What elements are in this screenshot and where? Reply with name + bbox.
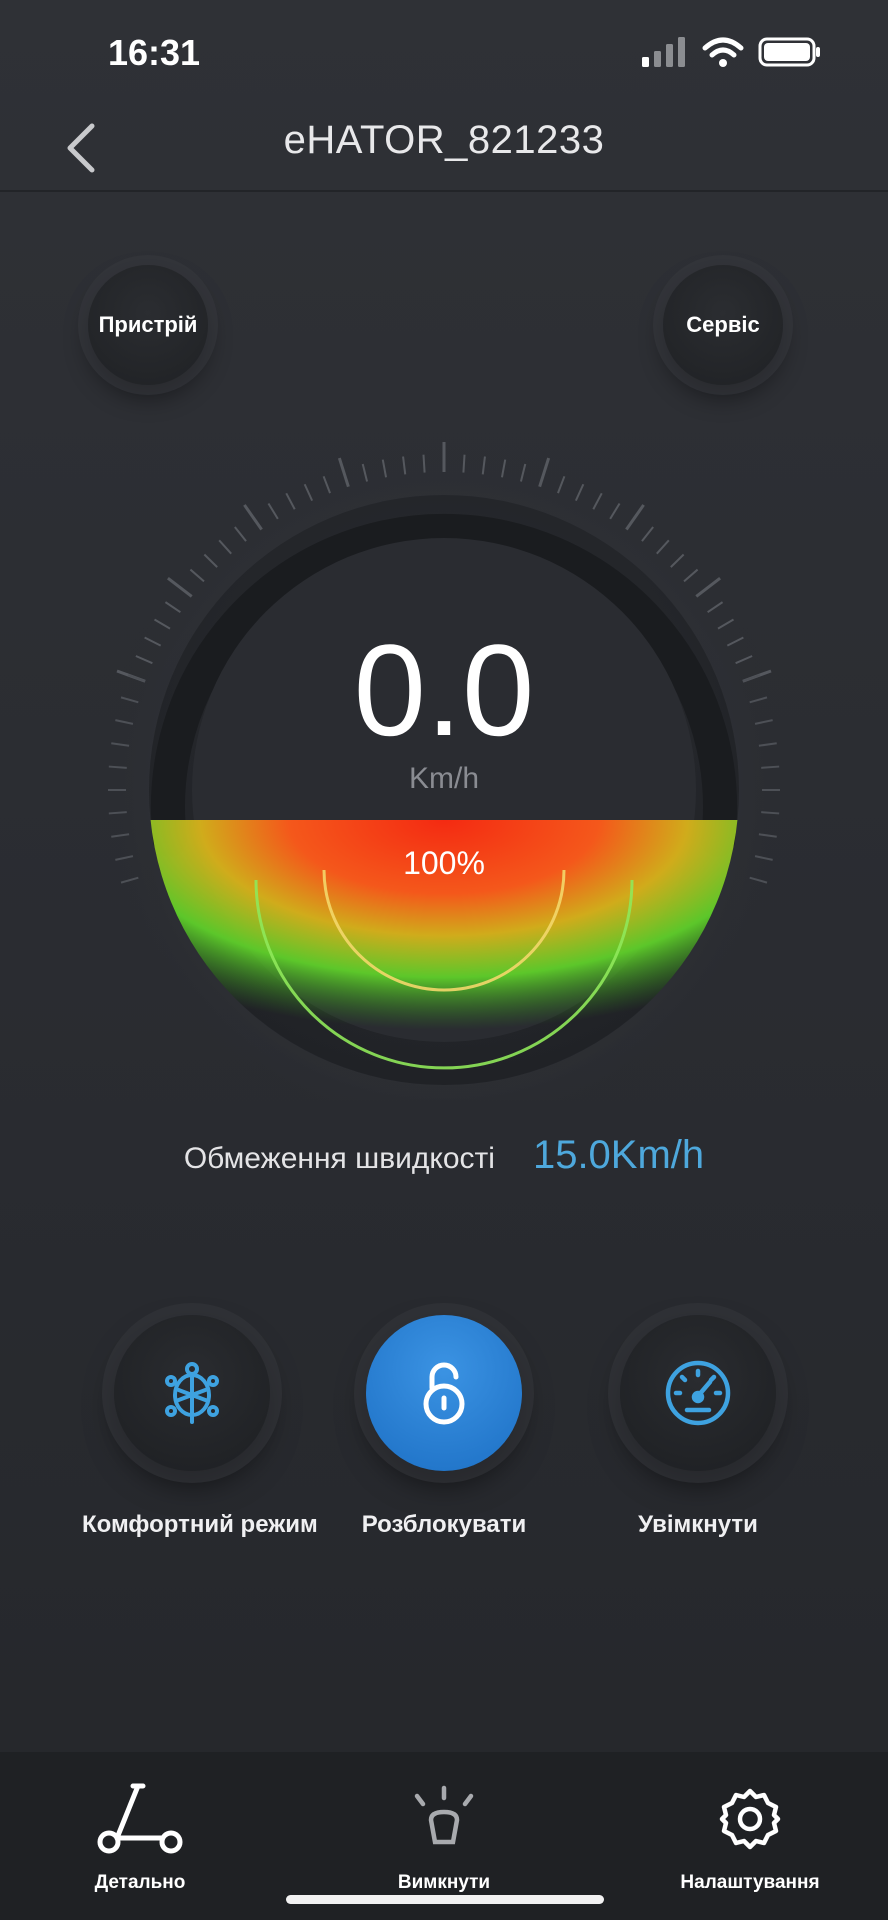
speed-value: 0.0 xyxy=(353,617,535,763)
speed-unit: Km/h xyxy=(408,762,480,795)
turtle-icon xyxy=(165,1362,219,1424)
speed-limit-label: Обмеження швидкості xyxy=(183,1142,495,1175)
status-bar: 16:31 xyxy=(0,0,888,110)
tab-headlight-off-label: Вимкнути xyxy=(397,1872,491,1893)
page-title: eHATOR_821233 xyxy=(283,118,605,162)
tick-mark xyxy=(462,454,466,473)
headlight-icon xyxy=(414,1785,474,1845)
signal-icon xyxy=(642,37,685,67)
tab-detail[interactable]: Детально xyxy=(40,1782,240,1894)
status-icons xyxy=(642,36,822,68)
status-time: 16:31 xyxy=(108,32,201,73)
service-button[interactable]: Сервіс xyxy=(663,265,783,385)
scooter-icon xyxy=(97,1783,183,1854)
tick-mark xyxy=(422,454,426,473)
wifi-icon xyxy=(702,37,744,67)
tick-mark xyxy=(761,811,780,815)
battery-icon xyxy=(758,37,820,67)
speed-limit-value: 15.0Km/h xyxy=(532,1133,705,1177)
device-button[interactable]: Пристрій xyxy=(88,265,208,385)
gear-icon xyxy=(719,1788,781,1850)
comfort-mode-action: Комфортний режим xyxy=(82,1315,318,1539)
power-on-label: Увімкнути xyxy=(638,1511,758,1538)
tab-settings[interactable]: Налаштування xyxy=(650,1782,850,1894)
comfort-mode-button[interactable] xyxy=(114,1315,270,1471)
tab-settings-label: Налаштування xyxy=(680,1872,820,1893)
nav-bar: eHATOR_821233 xyxy=(0,110,888,192)
comfort-mode-label: Комфортний режим xyxy=(82,1511,318,1538)
speedometer-icon xyxy=(665,1360,731,1426)
unlock-button[interactable] xyxy=(366,1315,522,1471)
speed-limit-row[interactable]: Обмеження швидкості 15.0Km/h xyxy=(0,1133,888,1178)
tick-mark xyxy=(108,811,127,815)
power-action: Увімкнути xyxy=(588,1315,808,1539)
tab-headlight-off[interactable]: Вимкнути xyxy=(344,1782,544,1894)
battery-percentage: 100% xyxy=(403,845,485,881)
unlock-label: Розблокувати xyxy=(361,1511,527,1538)
speedometer: 0.0 Km/h 100% xyxy=(0,400,888,1100)
tab-detail-label: Детально xyxy=(94,1872,186,1893)
power-on-button[interactable] xyxy=(620,1315,776,1471)
home-indicator xyxy=(286,1895,604,1904)
unlock-icon xyxy=(423,1362,465,1425)
unlock-action: Розблокувати xyxy=(334,1315,554,1539)
